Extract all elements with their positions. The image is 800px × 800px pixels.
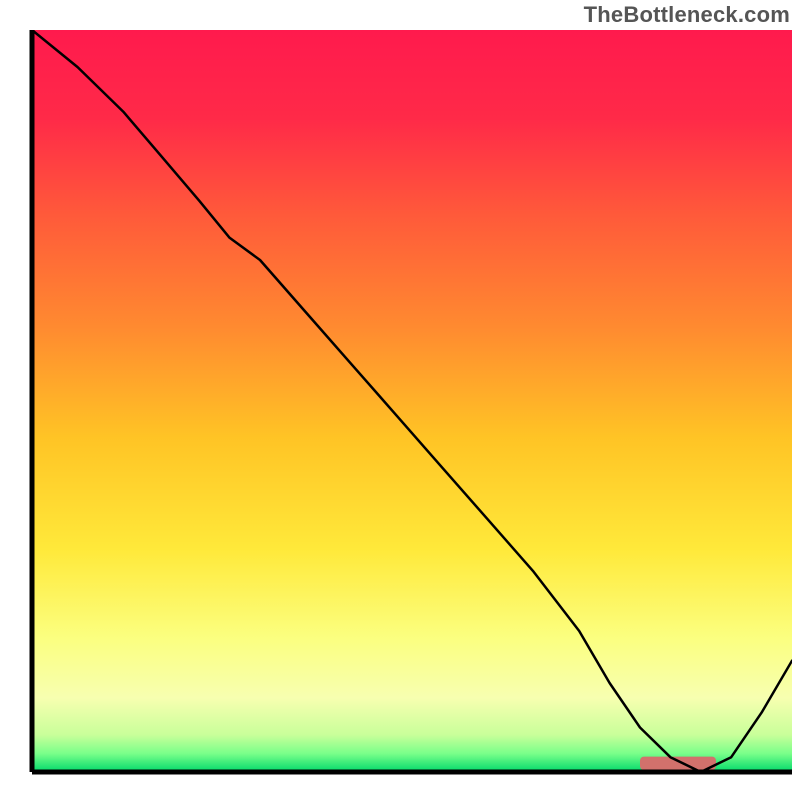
chart-container: TheBottleneck.com	[0, 0, 800, 800]
bottleneck-chart	[0, 0, 800, 800]
optimal-range-marker	[640, 757, 716, 770]
plot-background	[32, 30, 792, 772]
